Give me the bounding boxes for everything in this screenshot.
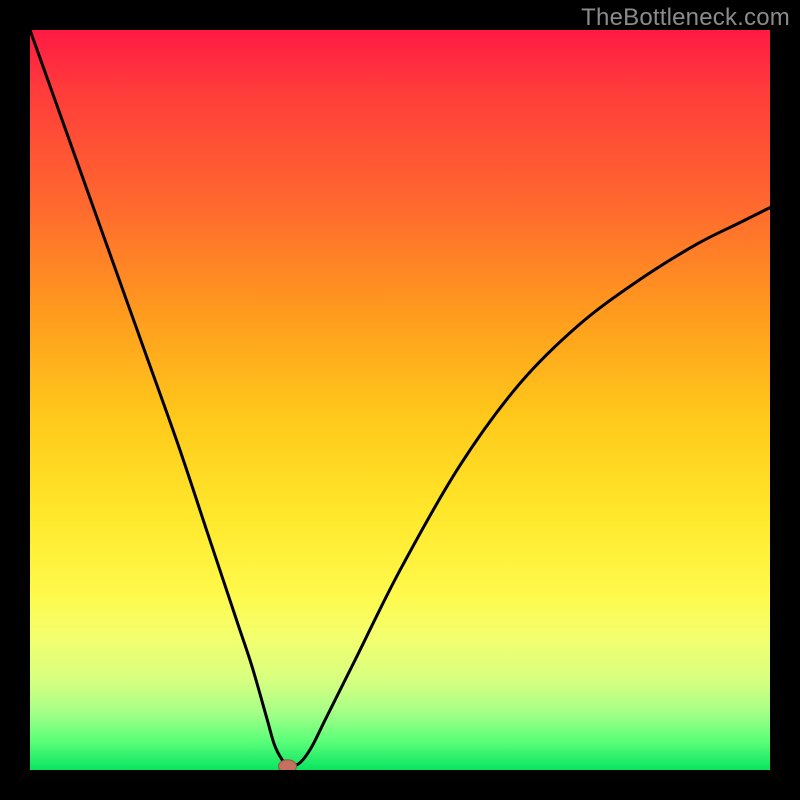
chart-plot-area bbox=[30, 30, 770, 770]
watermark-text: TheBottleneck.com bbox=[581, 4, 790, 32]
chart-svg bbox=[30, 30, 770, 770]
bottleneck-curve bbox=[30, 30, 770, 766]
minimum-marker bbox=[279, 760, 297, 770]
chart-frame: TheBottleneck.com bbox=[0, 0, 800, 800]
